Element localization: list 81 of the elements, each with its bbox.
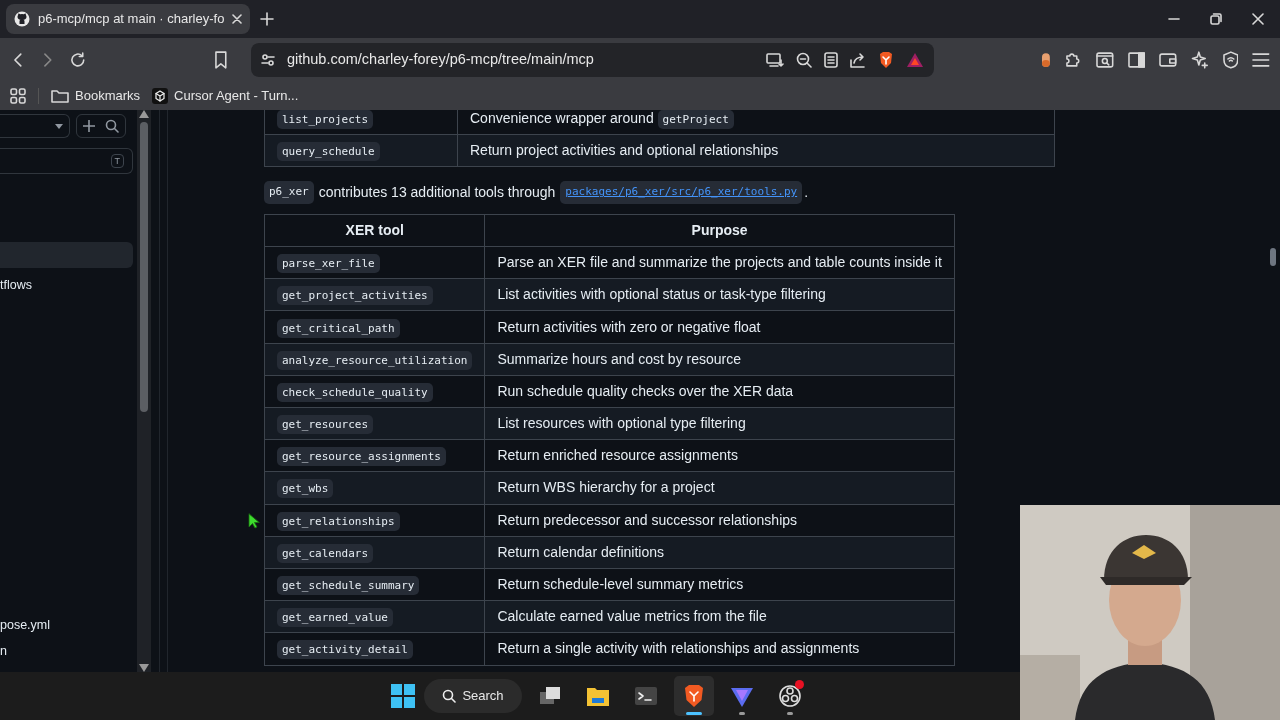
reader-icon[interactable] bbox=[824, 52, 839, 68]
table-cell: Run schedule quality checks over the XER data bbox=[484, 375, 955, 408]
folder-icon bbox=[51, 89, 69, 103]
inline-code: get_activity_detail bbox=[277, 640, 413, 660]
taskbar-app[interactable] bbox=[673, 676, 714, 716]
browser-tab[interactable]: p6-mcp/mcp at main · charley-fo bbox=[6, 4, 251, 34]
apps-grid-icon[interactable] bbox=[10, 88, 26, 104]
inline-code: get_project_activities bbox=[277, 286, 433, 306]
new-tab-icon[interactable] bbox=[260, 12, 275, 26]
inline-code: getProject bbox=[657, 110, 734, 130]
inline-code: get_resources bbox=[277, 415, 374, 435]
inline-code: get_schedule_summary bbox=[277, 576, 420, 596]
add-icon[interactable] bbox=[83, 120, 95, 132]
inline-code: get_wbs bbox=[277, 479, 334, 499]
wallet-icon[interactable] bbox=[1159, 52, 1177, 68]
caret-icon bbox=[55, 123, 63, 129]
inline-code: list_projects bbox=[277, 110, 374, 130]
sidebar-icon[interactable] bbox=[1127, 52, 1146, 68]
file-link[interactable]: packages/p6_xer/src/p6_xer/tools.py bbox=[560, 181, 803, 204]
close-icon[interactable] bbox=[232, 14, 243, 24]
sparkle-icon[interactable] bbox=[1191, 51, 1209, 69]
file-tree-item[interactable]: tflows bbox=[0, 272, 133, 298]
cube-icon bbox=[152, 88, 169, 104]
column-header: XER tool bbox=[264, 214, 485, 247]
github-icon bbox=[14, 11, 30, 27]
cursor-icon bbox=[248, 513, 260, 529]
file-tree-item[interactable]: pose.yml bbox=[0, 612, 133, 638]
bookmark-icon[interactable] bbox=[213, 51, 229, 69]
table-cell: Return WBS hierarchy for a project bbox=[484, 471, 955, 505]
table-cell: Parse an XER file and summarize the projects and table counts inside it bbox=[484, 246, 955, 279]
period-text: . bbox=[804, 183, 809, 203]
inline-code: analyze_resource_utilization bbox=[277, 350, 473, 370]
file-filter-field[interactable]: T bbox=[0, 148, 133, 174]
table-cell: Return project activities and optional relationships bbox=[457, 134, 1055, 167]
shortcut-key: T bbox=[110, 154, 124, 168]
column-header: Purpose bbox=[484, 214, 955, 247]
table-cell: Summarize hours and cost by resource bbox=[484, 343, 955, 376]
paragraph-text: contributes 13 additional tools through bbox=[318, 183, 556, 203]
terminal-icon bbox=[633, 684, 658, 708]
inline-code: get_critical_path bbox=[277, 318, 400, 338]
address-bar[interactable]: github.com/charley-forey/p6-mcp/tree/main/mcp bbox=[250, 43, 935, 77]
site-settings-icon[interactable] bbox=[260, 53, 275, 67]
table-cell: List activities with optional status or task-type filtering bbox=[484, 278, 955, 311]
triangle-icon[interactable] bbox=[906, 52, 925, 68]
table-cell: Return a single activity with relationships and assignments bbox=[484, 632, 955, 665]
scrollbar[interactable] bbox=[137, 110, 151, 672]
shield-icon[interactable] bbox=[1222, 51, 1239, 69]
search-panel-icon[interactable] bbox=[1096, 52, 1114, 68]
scroll-thumb[interactable] bbox=[1269, 248, 1276, 266]
bookmark[interactable]: Bookmarks bbox=[51, 86, 141, 106]
inline-code: get_relationships bbox=[277, 511, 400, 531]
cell-text: Convenience wrapper around bbox=[470, 110, 654, 127]
file-tree-item[interactable]: n bbox=[0, 638, 133, 664]
table-cell: Return schedule-level summary metrics bbox=[484, 568, 955, 601]
search-icon bbox=[442, 689, 457, 703]
table-cell: List resources with optional type filtering bbox=[484, 407, 955, 440]
table-cell: Return predecessor and successor relationships bbox=[484, 504, 955, 537]
inline-code: query_schedule bbox=[277, 142, 380, 162]
lion-shield-icon[interactable] bbox=[878, 51, 895, 69]
table-cell: Return calendar definitions bbox=[484, 536, 955, 569]
taskbar-search-button[interactable]: Search bbox=[424, 679, 522, 713]
aperture-icon bbox=[777, 684, 802, 708]
share-icon[interactable] bbox=[850, 52, 867, 68]
inline-code: check_schedule_quality bbox=[277, 382, 433, 402]
restore-icon[interactable] bbox=[1210, 13, 1222, 25]
table-cell: Return activities with zero or negative float bbox=[484, 310, 955, 344]
windows-start-icon[interactable] bbox=[390, 683, 417, 709]
inline-code: p6_xer bbox=[264, 181, 314, 204]
search-icon[interactable] bbox=[105, 119, 119, 133]
bookmark[interactable]: Cursor Agent - Turn... bbox=[152, 86, 299, 106]
inline-code: get_resource_assignments bbox=[277, 447, 446, 467]
table-cell: Calculate earned value metrics from the file bbox=[484, 600, 955, 633]
install-icon[interactable] bbox=[766, 52, 785, 68]
inline-code: get_calendars bbox=[277, 543, 374, 563]
inline-code: parse_xer_file bbox=[277, 254, 380, 274]
inline-code: get_earned_value bbox=[277, 608, 393, 628]
table-cell: Return enriched resource assignments bbox=[484, 439, 955, 472]
capsule-icon[interactable] bbox=[1040, 52, 1051, 68]
zoom-out-icon[interactable] bbox=[796, 52, 813, 68]
close-icon[interactable] bbox=[1252, 13, 1264, 25]
menu-icon[interactable] bbox=[1252, 53, 1270, 67]
